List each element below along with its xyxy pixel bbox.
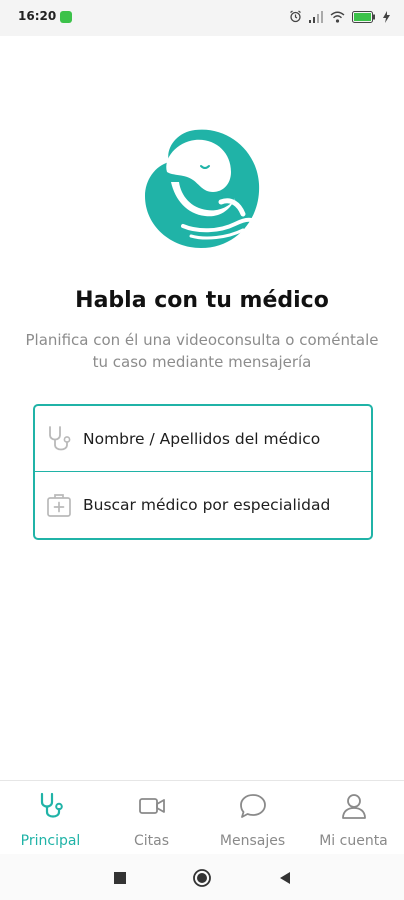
doctor-search-card: Nombre / Apellidos del médico Buscar méd…: [33, 404, 373, 540]
back-triangle-icon[interactable]: [275, 868, 295, 888]
tab-mensajes-label: Mensajes: [219, 833, 286, 849]
tab-principal[interactable]: Principal: [0, 781, 101, 855]
bottom-navigation: Principal Citas Mensajes Mi cuenta: [0, 780, 404, 855]
stethoscope-icon: [45, 425, 73, 453]
recents-square-icon[interactable]: [110, 868, 130, 888]
page-title: Habla con tu médico: [75, 288, 329, 313]
system-navigation-bar: [0, 854, 404, 900]
tab-mi-cuenta[interactable]: Mi cuenta: [303, 781, 404, 855]
wifi-icon: [330, 11, 345, 23]
tab-mi-cuenta-label: Mi cuenta: [319, 833, 388, 849]
page-subtitle: Planifica con él una videoconsulta o com…: [25, 331, 379, 371]
chat-bubble-icon: [239, 794, 266, 818]
video-camera-icon: [138, 798, 165, 814]
search-by-specialty-label: Buscar médico por especialidad: [83, 495, 331, 514]
search-by-specialty-field[interactable]: Buscar médico por especialidad: [35, 472, 371, 537]
tab-citas-label: Citas: [133, 833, 170, 849]
tab-citas[interactable]: Citas: [101, 781, 202, 855]
search-by-name-field[interactable]: Nombre / Apellidos del médico: [35, 406, 371, 472]
app-notification-icon: [60, 11, 72, 23]
home-circle-icon[interactable]: [192, 868, 212, 888]
signal-icon: [309, 10, 323, 23]
charging-icon: [383, 10, 390, 23]
battery-icon: [352, 10, 375, 23]
tab-mensajes[interactable]: Mensajes: [202, 781, 303, 855]
status-time: 16:20: [18, 9, 57, 23]
baby-in-hands-logo: [135, 122, 269, 256]
status-bar: 16:20: [0, 0, 404, 36]
alarm-icon: [290, 10, 301, 23]
search-by-name-label: Nombre / Apellidos del médico: [83, 429, 321, 448]
medical-kit-icon: [45, 491, 73, 519]
user-icon: [341, 794, 366, 819]
tab-principal-label: Principal: [20, 833, 81, 849]
status-icons: [289, 10, 390, 23]
stethoscope-icon: [40, 792, 63, 818]
